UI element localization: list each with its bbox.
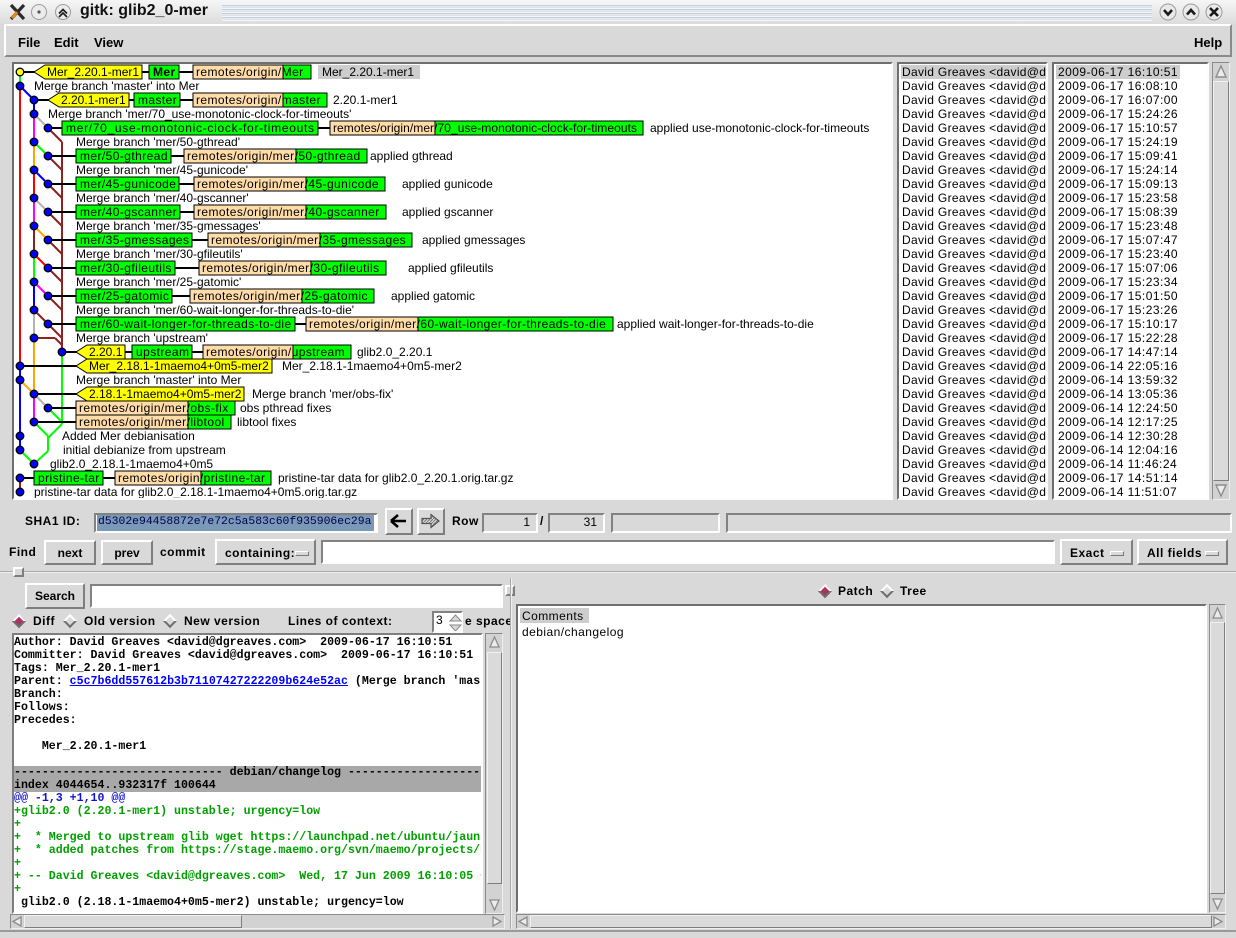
svg-text:Mer: Mer bbox=[153, 65, 176, 79]
svg-text:initial debianize from upstrea: initial debianize from upstream bbox=[63, 443, 226, 457]
svg-text:remotes/origin/mer/obs-fix: remotes/origin/mer/obs-fix bbox=[79, 401, 229, 415]
svg-text:Mer_2.18.1-1maemo4+0m5-mer2: Mer_2.18.1-1maemo4+0m5-mer2 bbox=[282, 359, 462, 373]
svg-text:Merge branch 'master' into Mer: Merge branch 'master' into Mer bbox=[76, 373, 241, 387]
svg-text:Merge branch 'mer/70_use-monot: Merge branch 'mer/70_use-monotonic-clock… bbox=[48, 107, 351, 121]
svg-text:mer/50-gthread: mer/50-gthread bbox=[80, 149, 168, 163]
svg-text:libtool fixes: libtool fixes bbox=[237, 415, 296, 429]
svg-text:Merge branch 'mer/40-gscanner': Merge branch 'mer/40-gscanner' bbox=[76, 191, 249, 205]
svg-text:obs pthread fixes: obs pthread fixes bbox=[240, 401, 331, 415]
svg-text:applied gthread: applied gthread bbox=[370, 149, 453, 163]
svg-text:2.20.1-mer1: 2.20.1-mer1 bbox=[61, 93, 126, 107]
svg-text:2.20.1-mer1: 2.20.1-mer1 bbox=[333, 93, 398, 107]
svg-text:Merge branch 'mer/30-gfileutil: Merge branch 'mer/30-gfileutils' bbox=[76, 247, 243, 261]
svg-text:Merge branch 'mer/60-wait-long: Merge branch 'mer/60-wait-longer-for-thr… bbox=[76, 303, 354, 317]
svg-text:pristine-tar data for glib2.0_: pristine-tar data for glib2.0_2.20.1.ori… bbox=[278, 471, 513, 485]
svg-text:Merge branch 'mer/25-gatomic': Merge branch 'mer/25-gatomic' bbox=[76, 275, 241, 289]
svg-text:pristine-tar: pristine-tar bbox=[38, 471, 100, 485]
svg-text:master: master bbox=[138, 93, 177, 107]
svg-text:Merge branch 'mer/obs-fix': Merge branch 'mer/obs-fix' bbox=[252, 387, 393, 401]
svg-text:mer/60-wait-longer-for-threads: mer/60-wait-longer-for-threads-to-die bbox=[80, 317, 292, 331]
svg-text:remotes/origin/mer/50-gthread: remotes/origin/mer/50-gthread bbox=[187, 149, 361, 163]
svg-text:2.18.1-1maemo4+0m5-mer2: 2.18.1-1maemo4+0m5-mer2 bbox=[89, 387, 242, 401]
svg-text:upstream: upstream bbox=[136, 345, 189, 359]
svg-text:remotes/origin/pristine-tar: remotes/origin/pristine-tar bbox=[118, 471, 265, 485]
svg-text:mer/40-gscanner: mer/40-gscanner bbox=[80, 205, 177, 219]
svg-text:Merge branch 'mer/35-gmessages: Merge branch 'mer/35-gmessages' bbox=[76, 219, 261, 233]
svg-text:Added Mer debianisation: Added Mer debianisation bbox=[62, 429, 195, 443]
svg-text:mer/45-gunicode: mer/45-gunicode bbox=[80, 177, 176, 191]
svg-text:remotes/origin/mer/25-gatomic: remotes/origin/mer/25-gatomic bbox=[193, 289, 368, 303]
svg-text:remotes/origin/mer/35-gmessage: remotes/origin/mer/35-gmessages bbox=[211, 233, 406, 247]
svg-text:remotes/origin/mer/30-gfileuti: remotes/origin/mer/30-gfileutils bbox=[202, 261, 380, 275]
svg-text:remotes/origin/mer/45-gunicode: remotes/origin/mer/45-gunicode bbox=[197, 177, 379, 191]
svg-text:mer/70_use-monotonic-clock-for: mer/70_use-monotonic-clock-for-timeouts bbox=[66, 121, 315, 135]
svg-text:mer/35-gmessages: mer/35-gmessages bbox=[80, 233, 189, 247]
svg-text:remotes/origin/Mer: remotes/origin/Mer bbox=[196, 65, 304, 79]
svg-text:2.20.1: 2.20.1 bbox=[89, 345, 123, 359]
svg-text:glib2.0_2.20.1: glib2.0_2.20.1 bbox=[357, 345, 433, 359]
svg-text:remotes/origin/master: remotes/origin/master bbox=[196, 93, 321, 107]
svg-text:remotes/origin/mer/40-gscanner: remotes/origin/mer/40-gscanner bbox=[197, 205, 380, 219]
svg-text:Mer_2.20.1-mer1: Mer_2.20.1-mer1 bbox=[47, 65, 139, 79]
svg-text:remotes/origin/mer/70_use-mono: remotes/origin/mer/70_use-monotonic-cloc… bbox=[333, 121, 637, 135]
svg-text:Merge branch 'mer/50-gthread': Merge branch 'mer/50-gthread' bbox=[76, 135, 240, 149]
svg-text:mer/30-gfileutils: mer/30-gfileutils bbox=[80, 261, 172, 275]
svg-text:mer/25-gatomic: mer/25-gatomic bbox=[80, 289, 169, 303]
svg-text:applied wait-longer-for-thread: applied wait-longer-for-threads-to-die bbox=[617, 317, 814, 331]
svg-text:Merge branch 'upstream': Merge branch 'upstream' bbox=[76, 331, 208, 345]
svg-text:applied gatomic: applied gatomic bbox=[391, 289, 475, 303]
svg-text:Mer_2.18.1-1maemo4+0m5-mer2: Mer_2.18.1-1maemo4+0m5-mer2 bbox=[89, 359, 269, 373]
svg-text:remotes/origin/mer/60-wait-lon: remotes/origin/mer/60-wait-longer-for-th… bbox=[309, 317, 606, 331]
svg-text:Mer_2.20.1-mer1: Mer_2.20.1-mer1 bbox=[322, 65, 414, 79]
svg-text:Merge branch 'mer/45-gunicode': Merge branch 'mer/45-gunicode' bbox=[76, 163, 248, 177]
svg-text:remotes/origin/mer/libtool: remotes/origin/mer/libtool bbox=[79, 415, 225, 429]
svg-text:applied gscanner: applied gscanner bbox=[402, 205, 493, 219]
svg-text:remotes/origin/upstream: remotes/origin/upstream bbox=[206, 345, 345, 359]
svg-text:Merge branch 'master' into Mer: Merge branch 'master' into Mer bbox=[34, 79, 199, 93]
svg-text:glib2.0_2.18.1-1maemo4+0m5: glib2.0_2.18.1-1maemo4+0m5 bbox=[50, 457, 213, 471]
svg-text:applied use-monotonic-clock-fo: applied use-monotonic-clock-for-timeouts bbox=[650, 121, 869, 135]
svg-text:applied gmessages: applied gmessages bbox=[422, 233, 525, 247]
svg-text:pristine-tar data for glib2.0_: pristine-tar data for glib2.0_2.18.1-1ma… bbox=[34, 485, 357, 498]
svg-text:applied gunicode: applied gunicode bbox=[402, 177, 493, 191]
svg-text:applied gfileutils: applied gfileutils bbox=[408, 261, 493, 275]
